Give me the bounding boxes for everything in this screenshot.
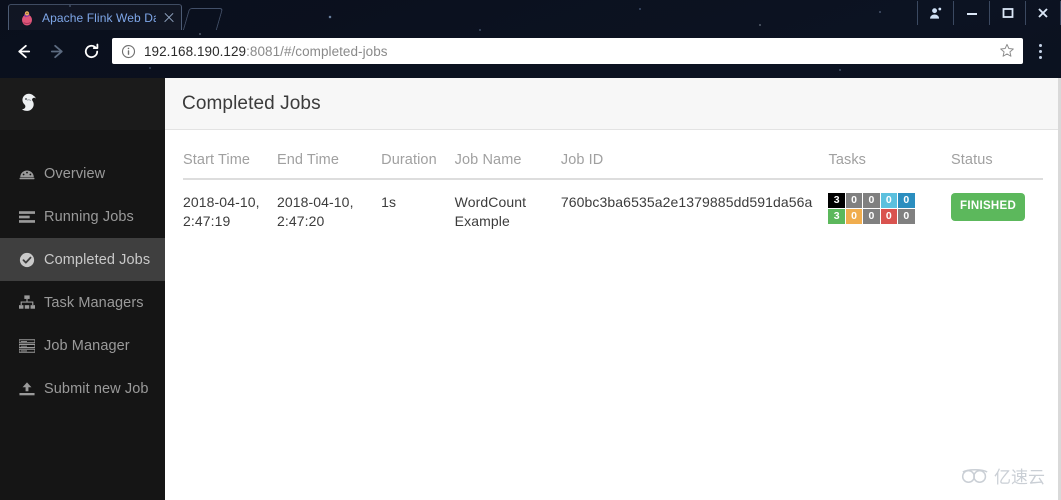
browser-tab[interactable]: Apache Flink Web Das	[8, 4, 182, 30]
task-state-row-bottom: 30000	[828, 209, 915, 224]
flink-logo[interactable]	[0, 78, 165, 130]
task-state-box: 0	[863, 209, 880, 224]
task-state-box: 0	[863, 193, 880, 208]
flink-squirrel-icon	[19, 10, 35, 26]
page-info-icon[interactable]	[121, 44, 136, 59]
dashboard-icon	[18, 166, 35, 182]
sidebar-item-overview[interactable]: Overview	[0, 152, 165, 195]
sidebar-item-label: Job Manager	[44, 337, 130, 354]
address-bar-url: 192.168.190.129:8081/#/completed-jobs	[144, 44, 991, 59]
task-state-box: 0	[845, 209, 863, 224]
browser-tab-strip: Apache Flink Web Das	[0, 0, 1061, 30]
sidebar-item-label: Completed Jobs	[44, 251, 151, 268]
check-circle-icon	[18, 252, 35, 268]
watermark-text: 亿速云	[994, 468, 1045, 488]
column-header-duration[interactable]: Duration	[381, 130, 455, 180]
cell-end-time: 2018-04-10, 2:47:20	[276, 194, 354, 229]
star-icon[interactable]	[999, 43, 1015, 59]
column-header-end-time[interactable]: End Time	[276, 130, 382, 180]
window-close-button[interactable]	[1025, 1, 1061, 25]
sitemap-icon	[18, 295, 35, 310]
task-state-box: 0	[845, 193, 863, 208]
sidebar-item-label: Overview	[44, 165, 106, 182]
url-path: :8081/#/completed-jobs	[246, 43, 388, 59]
column-header-job-id[interactable]: Job ID	[560, 130, 829, 180]
url-host: 192.168.190.129	[144, 43, 247, 59]
minimize-icon	[966, 13, 977, 15]
cell-duration: 1s	[381, 194, 397, 210]
sidebar-item-label: Submit new Job	[44, 380, 149, 397]
cell-start-time: 2018-04-10, 2:47:19	[183, 194, 260, 229]
window-controls	[917, 0, 1061, 26]
profile-button[interactable]	[917, 1, 953, 25]
user-profile-icon	[930, 7, 942, 19]
sidebar-item-job-manager[interactable]: Job Manager	[0, 324, 165, 367]
column-header-job-name[interactable]: Job Name	[454, 130, 561, 180]
window-close-icon	[1038, 8, 1048, 18]
reload-icon	[84, 43, 98, 58]
column-header-status[interactable]: Status	[951, 130, 1043, 180]
upload-icon	[18, 381, 35, 397]
server-list-icon	[18, 338, 35, 353]
task-state-box: 3	[828, 193, 845, 208]
sidebar-item-running-jobs[interactable]: Running Jobs	[0, 195, 165, 238]
browser-tab-title: Apache Flink Web Das	[42, 10, 156, 25]
sidebar-item-label: Running Jobs	[44, 208, 134, 225]
completed-jobs-table: Start Time End Time Duration Job Name Jo…	[183, 130, 1043, 247]
tasks-list-icon	[18, 210, 35, 224]
back-arrow-icon	[17, 44, 30, 58]
kebab-menu-icon[interactable]	[1029, 36, 1051, 66]
tab-close-icon[interactable]	[163, 12, 175, 24]
site-watermark: 亿速云	[961, 463, 1045, 488]
page-title: Completed Jobs	[182, 92, 321, 114]
address-bar[interactable]: 192.168.190.129:8081/#/completed-jobs	[112, 38, 1023, 64]
cell-status: FINISHED	[951, 179, 1043, 247]
sidebar-item-task-managers[interactable]: Task Managers	[0, 281, 165, 324]
maximize-button[interactable]	[989, 1, 1025, 25]
table-row[interactable]: 2018-04-10, 2:47:19 2018-04-10, 2:47:20 …	[183, 179, 1043, 247]
reload-button[interactable]	[74, 34, 108, 68]
task-state-grid: 30000 30000	[828, 193, 915, 224]
task-state-box: 0	[898, 193, 915, 208]
forward-button[interactable]	[40, 34, 74, 68]
cell-tasks: 30000 30000	[828, 179, 951, 247]
cloud-logo-icon	[961, 468, 988, 483]
sidebar-item-label: Task Managers	[44, 294, 144, 311]
maximize-icon	[1002, 8, 1013, 18]
status-badge: FINISHED	[951, 193, 1026, 221]
column-header-tasks[interactable]: Tasks	[828, 130, 952, 180]
sidebar-nav: Overview Running Jobs Completed Jobs Tas…	[0, 130, 165, 410]
sidebar-item-completed-jobs[interactable]: Completed Jobs	[0, 238, 165, 281]
task-state-row-top: 30000	[828, 193, 915, 208]
page-header: Completed Jobs	[165, 78, 1061, 130]
task-state-box: 0	[880, 209, 898, 224]
new-tab-button[interactable]	[182, 8, 224, 30]
main-panel: Completed Jobs Start Time End Time Durat…	[165, 78, 1061, 500]
task-state-box: 3	[828, 209, 845, 224]
task-state-box: 0	[898, 209, 915, 224]
back-button[interactable]	[6, 34, 40, 68]
cell-job-id: 760bc3ba6535a2e1379885dd591da56a	[560, 194, 813, 210]
page-body: Start Time End Time Duration Job Name Jo…	[165, 130, 1061, 500]
task-state-box: 0	[880, 193, 898, 208]
browser-toolbar: 192.168.190.129:8081/#/completed-jobs	[0, 30, 1061, 72]
flink-squirrel-logo	[21, 93, 36, 111]
flink-sidebar: Overview Running Jobs Completed Jobs Tas…	[0, 78, 165, 500]
column-header-start-time[interactable]: Start Time	[183, 130, 277, 180]
cell-job-name: WordCount Example	[454, 194, 527, 229]
browser-window: Apache Flink Web Das 192.168.190.129:808…	[0, 0, 1061, 500]
forward-arrow-icon	[50, 44, 63, 58]
page-viewport: Overview Running Jobs Completed Jobs Tas…	[0, 78, 1061, 500]
table-header-row: Start Time End Time Duration Job Name Jo…	[183, 130, 1043, 180]
minimize-button[interactable]	[953, 1, 989, 25]
sidebar-item-submit-new-job[interactable]: Submit new Job	[0, 367, 165, 410]
